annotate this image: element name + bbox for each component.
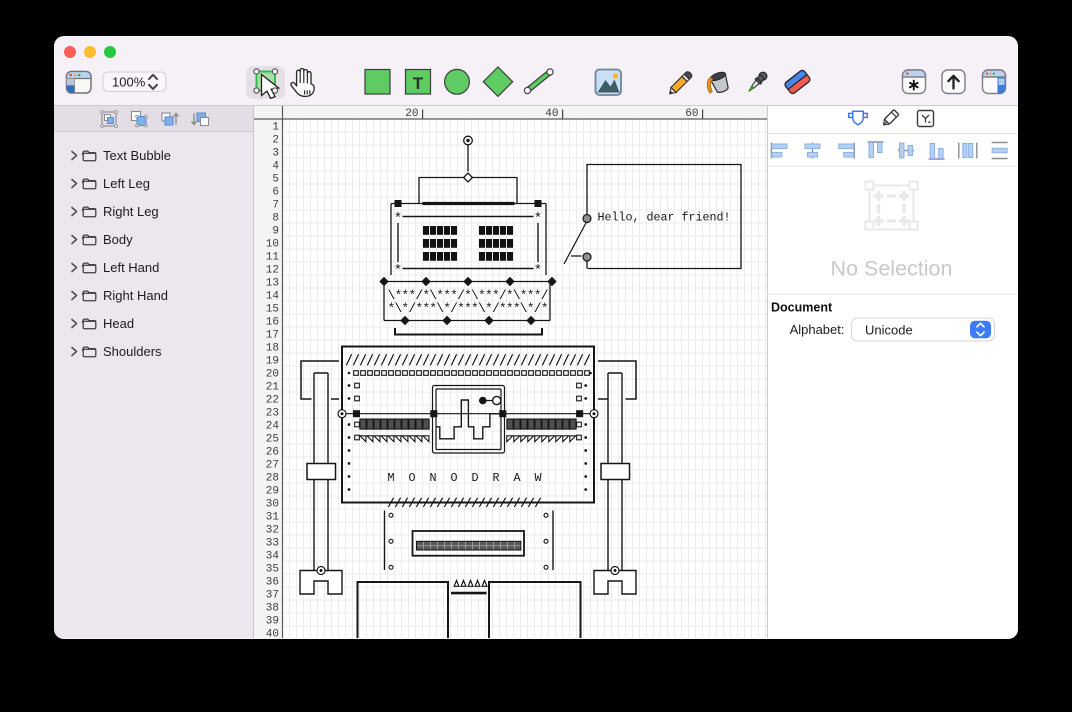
svg-text:Hello, dear friend!: Hello, dear friend!: [597, 210, 730, 224]
svg-text:24: 24: [265, 420, 279, 432]
svg-text:*: *: [533, 210, 541, 226]
svg-text:5: 5: [272, 173, 279, 185]
svg-text:11: 11: [265, 251, 279, 263]
svg-text:Alphabet:: Alphabet:: [789, 322, 844, 337]
svg-text:35: 35: [265, 563, 278, 575]
svg-text:28: 28: [265, 472, 278, 484]
svg-text:29: 29: [265, 485, 278, 497]
svg-text:4: 4: [272, 160, 279, 172]
svg-text:60: 60: [685, 108, 698, 120]
svg-text:Document: Document: [771, 300, 833, 314]
svg-text:2: 2: [272, 134, 279, 146]
svg-text:21: 21: [265, 381, 279, 393]
svg-text:40: 40: [545, 108, 558, 120]
svg-text:38: 38: [265, 602, 278, 614]
svg-text:*\*/***\*/***\*/***\*/*: *\*/***\*/***\*/***\*/*: [387, 301, 548, 316]
svg-text:20: 20: [265, 368, 278, 380]
svg-text:30: 30: [265, 498, 278, 510]
svg-text:No Selection: No Selection: [830, 256, 952, 280]
svg-text:8: 8: [272, 212, 279, 224]
svg-text:10: 10: [265, 238, 278, 250]
svg-text:23: 23: [265, 407, 278, 419]
svg-text:M O N O D R A W: M O N O D R A W: [387, 470, 542, 484]
svg-text:14: 14: [265, 290, 279, 302]
svg-text:31: 31: [265, 511, 279, 523]
svg-text:22: 22: [265, 394, 278, 406]
svg-text:7: 7: [272, 199, 279, 211]
svg-text:Unicode: Unicode: [865, 322, 913, 337]
svg-text:20: 20: [405, 108, 418, 120]
svg-text:17: 17: [265, 329, 278, 341]
svg-text:32: 32: [265, 524, 278, 536]
svg-text:39: 39: [265, 615, 278, 627]
svg-text:6: 6: [272, 186, 279, 198]
svg-text:40: 40: [265, 628, 278, 638]
svg-text:13: 13: [265, 277, 278, 289]
svg-text:3: 3: [272, 147, 279, 159]
svg-text:*: *: [393, 210, 401, 226]
svg-text:18: 18: [265, 342, 278, 354]
svg-text:26: 26: [265, 446, 278, 458]
svg-text:9: 9: [272, 225, 279, 237]
svg-text:16: 16: [265, 316, 278, 328]
svg-text:100%: 100%: [112, 75, 146, 90]
svg-text:*: *: [533, 262, 541, 278]
svg-text:T: T: [413, 74, 424, 93]
svg-text:19: 19: [265, 355, 278, 367]
svg-text:27: 27: [265, 459, 278, 471]
svg-text:34: 34: [265, 550, 279, 562]
svg-text:33: 33: [265, 537, 278, 549]
svg-text:*: *: [393, 262, 401, 278]
svg-text:37: 37: [265, 589, 278, 601]
svg-text:1: 1: [272, 121, 279, 133]
svg-text:15: 15: [265, 303, 278, 315]
svg-text:25: 25: [265, 433, 278, 445]
svg-text:36: 36: [265, 576, 278, 588]
svg-text:12: 12: [265, 264, 278, 276]
